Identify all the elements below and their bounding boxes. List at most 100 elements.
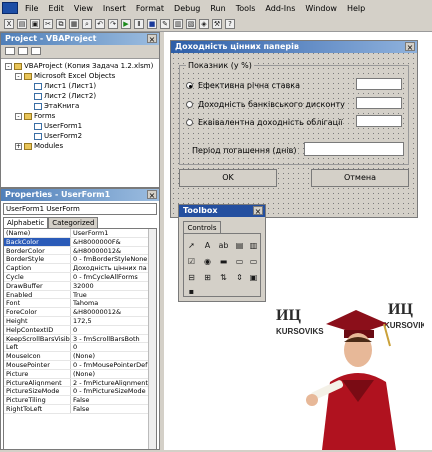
property-value[interactable]: UserForm1 [71, 229, 156, 237]
ok-button[interactable]: OK [179, 169, 277, 187]
menu-tools[interactable]: Tools [231, 4, 261, 13]
combobox-icon[interactable]: ▤ [234, 240, 245, 251]
property-row[interactable]: PictureTiling False [4, 396, 156, 405]
option-bank-discount[interactable]: Доходність банківського дисконту [186, 100, 345, 109]
run-icon[interactable]: ▶ [121, 18, 131, 29]
period-textbox[interactable] [304, 142, 404, 156]
menu-window[interactable]: Window [300, 4, 342, 13]
tree-node[interactable]: + Modules [5, 141, 155, 151]
tabstrip-icon[interactable]: ⊟ [186, 272, 197, 283]
menu-run[interactable]: Run [205, 4, 230, 13]
tree-node[interactable]: ЭтаКнига [5, 101, 155, 111]
property-value[interactable]: 172,5 [71, 317, 156, 325]
property-row[interactable]: Height 172,5 [4, 316, 156, 326]
property-row[interactable]: Enabled True [4, 290, 156, 300]
radio[interactable] [186, 101, 193, 108]
expand-toggle-icon[interactable]: - [15, 112, 22, 120]
property-row[interactable]: KeepScrollBarsVisible 3 - fmScrollBarsBot… [4, 334, 156, 344]
properties-scrollbar[interactable] [148, 229, 156, 449]
property-row[interactable]: Font Tahoma [4, 299, 156, 309]
menu-format[interactable]: Format [131, 4, 169, 13]
property-value[interactable]: Tahoma [71, 299, 156, 307]
radio[interactable] [186, 119, 193, 126]
design-mode-icon[interactable]: ✎ [160, 18, 170, 29]
paste-icon[interactable]: ▦ [69, 18, 79, 29]
tab-controls[interactable]: Controls [183, 221, 221, 233]
tab-alphabetic[interactable]: Alphabetic [3, 217, 49, 228]
property-value[interactable]: 0 - fmCycleAllForms [71, 273, 156, 281]
close-icon[interactable]: × [253, 206, 263, 216]
frame-icon[interactable]: ▭ [234, 256, 245, 267]
property-value[interactable]: False [71, 405, 156, 413]
property-row[interactable]: RightToLeft False [4, 404, 156, 414]
radio-selected[interactable] [186, 82, 193, 89]
property-row[interactable]: Cycle 0 - fmCycleAllForms [4, 272, 156, 282]
reset-icon[interactable]: ■ [147, 18, 157, 29]
insert-userform-icon[interactable]: ▤ [17, 18, 27, 29]
scrollbar-icon[interactable]: ⇅ [218, 272, 229, 283]
help-icon[interactable]: ? [225, 18, 235, 29]
property-row[interactable]: PictureSizeMode 0 - fmPictureSizeMode [4, 387, 156, 397]
menu-insert[interactable]: Insert [98, 4, 131, 13]
tree-node[interactable]: Лист1 (Лист1) [5, 81, 155, 91]
excel-icon[interactable]: X [4, 18, 14, 29]
property-row[interactable]: BorderStyle 0 - fmBorderStyleNone [4, 255, 156, 265]
property-value[interactable]: 0 - fmPictureSizeMode [71, 387, 156, 395]
property-value[interactable]: (None) [71, 370, 156, 378]
expand-toggle-icon[interactable]: - [5, 62, 12, 70]
property-value[interactable]: True [71, 291, 156, 299]
property-value[interactable]: Доходність цінних па [71, 264, 156, 272]
cut-icon[interactable]: ✂ [43, 18, 53, 29]
property-row[interactable]: (Name) UserForm1 [4, 229, 156, 238]
image-icon[interactable]: ▣ [248, 272, 259, 283]
refedit-icon[interactable]: ▪ [186, 286, 197, 297]
tab-categorized[interactable]: Categorized [48, 217, 99, 228]
property-row[interactable]: Picture (None) [4, 369, 156, 379]
property-row[interactable]: Left 0 [4, 343, 156, 353]
expand-toggle-icon[interactable]: - [15, 72, 22, 80]
property-value[interactable]: 2 - fmPictureAlignment [71, 379, 156, 387]
property-row[interactable]: MouseIcon (None) [4, 352, 156, 361]
property-value[interactable]: &H80000012& [71, 247, 156, 255]
toggle-button-icon[interactable]: ▬ [218, 256, 229, 267]
property-row[interactable]: BackColor &H8000000F& [4, 237, 156, 247]
label-icon[interactable]: A [202, 240, 213, 251]
find-icon[interactable]: ⌕ [82, 18, 92, 29]
copy-icon[interactable]: ⧉ [56, 18, 66, 29]
view-code-icon[interactable] [5, 47, 15, 55]
tree-node[interactable]: - Forms [5, 111, 155, 121]
view-object-icon[interactable] [18, 47, 28, 55]
property-value[interactable]: 0 - fmMousePointerDef [71, 361, 156, 369]
property-value[interactable]: 0 - fmBorderStyleNone [71, 255, 156, 263]
object-selector[interactable]: UserForm1 UserForm [3, 203, 157, 215]
command-button-icon[interactable]: ▭ [248, 256, 259, 267]
save-icon[interactable]: ▣ [30, 18, 40, 29]
tree-node[interactable]: Лист2 (Лист2) [5, 91, 155, 101]
property-row[interactable]: BorderColor &H80000012& [4, 246, 156, 256]
textbox-icon[interactable]: ab [218, 240, 229, 251]
object-browser-icon[interactable]: ◈ [199, 18, 209, 29]
menu-help[interactable]: Help [342, 4, 370, 13]
property-row[interactable]: Caption Доходність цінних па [4, 264, 156, 273]
menu-view[interactable]: View [69, 4, 98, 13]
toggle-folders-icon[interactable] [31, 47, 41, 55]
property-row[interactable]: HelpContextID 0 [4, 325, 156, 335]
menu-file[interactable]: File [20, 4, 43, 13]
tree-node[interactable]: - VBAProject (Копия Задача 1.2.xlsm) [5, 61, 155, 71]
expand-toggle-icon[interactable]: + [15, 142, 22, 150]
redo-icon[interactable]: ↷ [108, 18, 118, 29]
tree-node[interactable]: UserForm1 [5, 121, 155, 131]
bank-discount-textbox[interactable] [356, 97, 402, 109]
spin-button-icon[interactable]: ⇕ [234, 272, 245, 283]
multipage-icon[interactable]: ⊞ [202, 272, 213, 283]
property-value[interactable]: 3 - fmScrollBarsBoth [71, 335, 156, 343]
bond-yield-textbox[interactable] [356, 115, 402, 127]
undo-icon[interactable]: ↶ [95, 18, 105, 29]
property-value[interactable]: (None) [71, 352, 156, 360]
close-icon[interactable]: × [147, 190, 157, 200]
close-icon[interactable]: × [147, 34, 157, 44]
close-icon[interactable]: × [405, 42, 415, 52]
tree-node[interactable]: UserForm2 [5, 131, 155, 141]
property-value[interactable]: &H8000000F& [71, 238, 156, 246]
option-button-icon[interactable]: ◉ [202, 256, 213, 267]
